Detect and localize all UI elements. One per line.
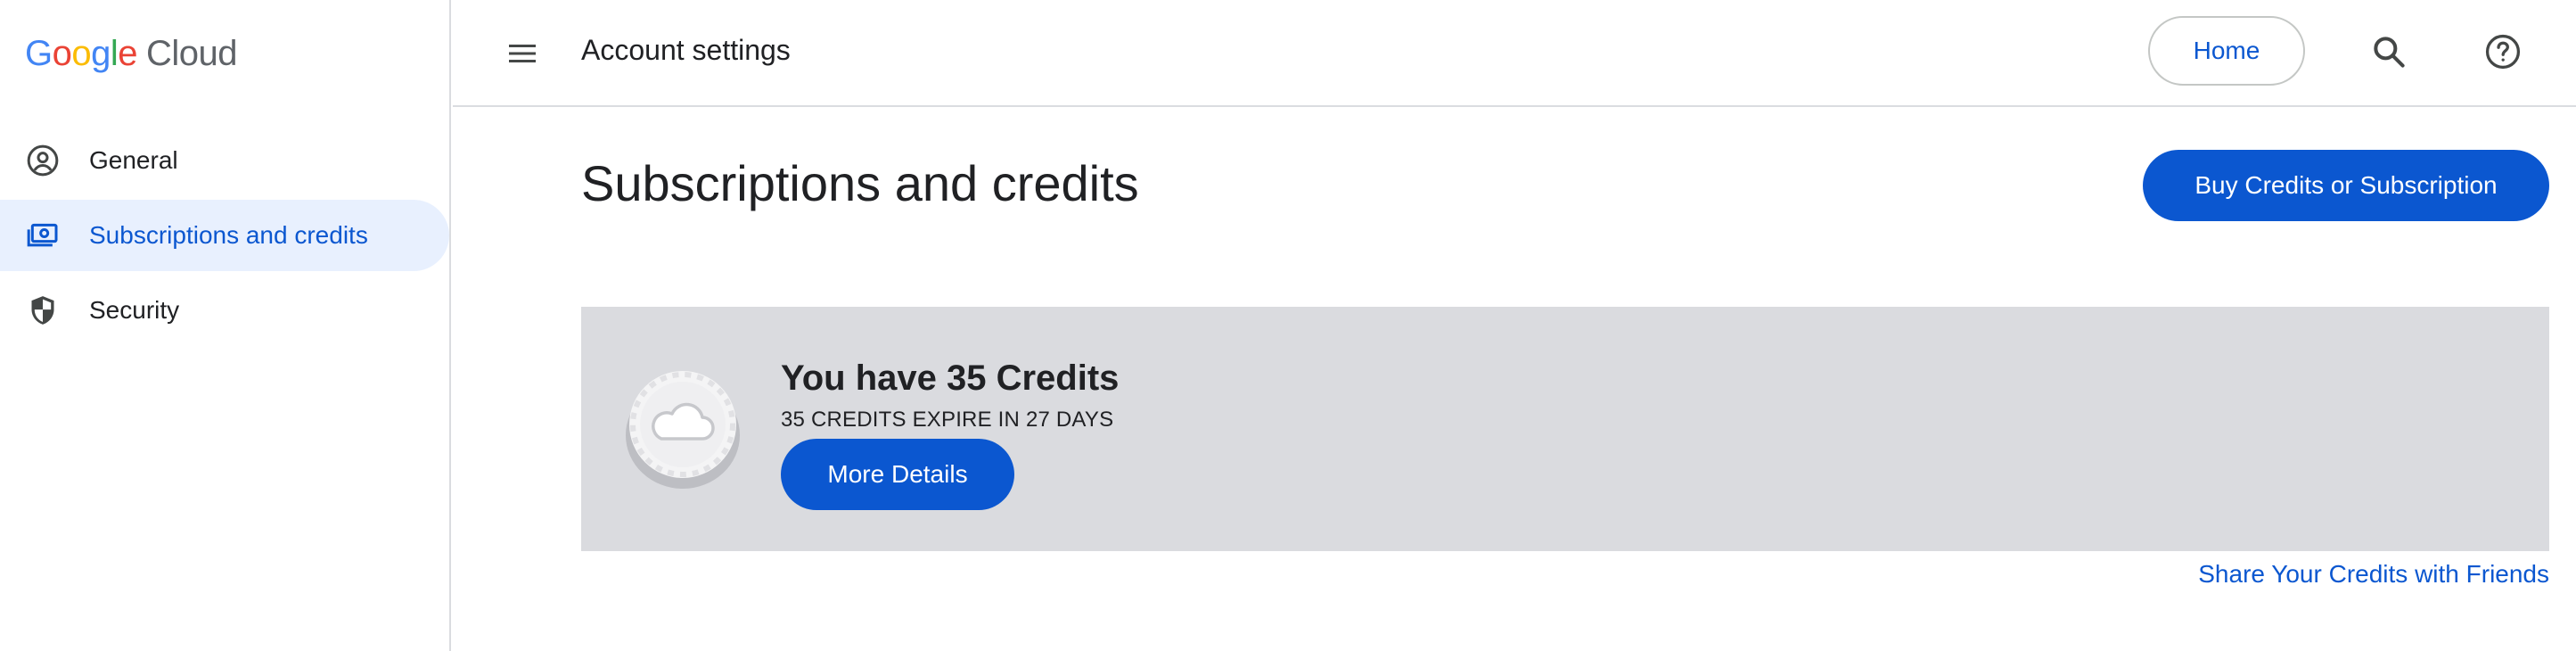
sidebar-item-general[interactable]: General bbox=[0, 125, 449, 196]
credits-count-title: You have 35 Credits bbox=[781, 358, 1120, 398]
search-icon bbox=[2374, 37, 2405, 68]
search-button[interactable] bbox=[2360, 23, 2417, 80]
menu-icon bbox=[509, 45, 536, 62]
sidebar-nav: General Subscriptions and credits Securi… bbox=[0, 125, 451, 350]
sidebar-item-label: Subscriptions and credits bbox=[89, 221, 368, 249]
credits-card: You have 35 Credits 35 CREDITS EXPIRE IN… bbox=[581, 307, 2549, 551]
account-circle-icon bbox=[25, 143, 61, 178]
more-details-button[interactable]: More Details bbox=[781, 439, 1014, 510]
app-root: Google Cloud General Subscriptions and c… bbox=[0, 0, 2576, 651]
sidebar-item-security[interactable]: Security bbox=[0, 275, 449, 346]
home-button[interactable]: Home bbox=[2148, 16, 2305, 86]
logo-product-name: Cloud bbox=[146, 33, 238, 73]
help-button[interactable] bbox=[2474, 23, 2531, 80]
main-content: Subscriptions and credits Buy Credits or… bbox=[453, 109, 2576, 651]
credits-expiry-text: 35 CREDITS EXPIRE IN 27 DAYS bbox=[781, 408, 1114, 432]
buy-credits-button[interactable]: Buy Credits or Subscription bbox=[2143, 150, 2549, 221]
sidebar-item-label: General bbox=[89, 146, 178, 174]
sidebar-item-subscriptions[interactable]: Subscriptions and credits bbox=[0, 200, 449, 271]
shield-icon bbox=[25, 293, 61, 328]
sidebar-item-label: Security bbox=[89, 296, 180, 324]
menu-button[interactable] bbox=[496, 27, 549, 80]
google-cloud-logo[interactable]: Google Cloud bbox=[25, 30, 238, 77]
cloud-badge-icon bbox=[624, 367, 742, 489]
share-credits-link[interactable]: Share Your Credits with Friends bbox=[2198, 556, 2549, 592]
page-title: Subscriptions and credits bbox=[581, 155, 1139, 211]
help-icon bbox=[2485, 34, 2521, 70]
payments-icon bbox=[25, 218, 61, 253]
top-bar: Account settings Home bbox=[453, 0, 2576, 107]
top-bar-title: Account settings bbox=[581, 34, 791, 66]
sidebar: Google Cloud General Subscriptions and c… bbox=[0, 0, 451, 651]
